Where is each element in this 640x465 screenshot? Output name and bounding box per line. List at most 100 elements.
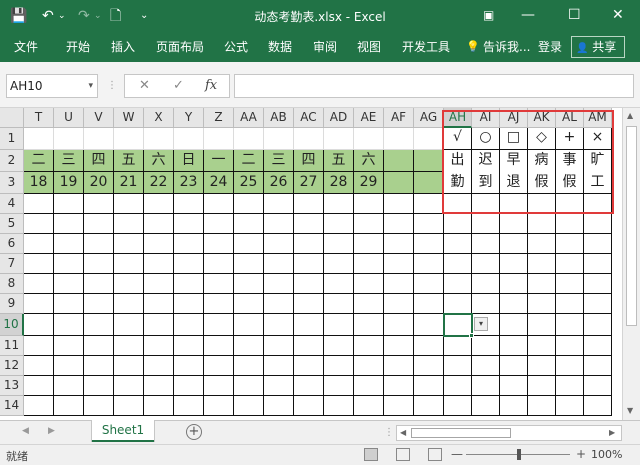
cell[interactable] bbox=[204, 294, 234, 314]
scroll-left-icon[interactable]: ◀ bbox=[400, 428, 406, 437]
cell[interactable] bbox=[54, 336, 84, 356]
row-header-11[interactable]: 11 bbox=[0, 336, 24, 356]
legend-symbol-cell[interactable]: + bbox=[556, 128, 584, 150]
cell[interactable] bbox=[144, 356, 174, 376]
normal-view-icon[interactable] bbox=[364, 448, 378, 461]
cell[interactable] bbox=[84, 254, 114, 274]
cell[interactable] bbox=[84, 336, 114, 356]
cell[interactable] bbox=[54, 294, 84, 314]
cell[interactable] bbox=[584, 234, 612, 254]
tab-data[interactable]: 数据 bbox=[268, 39, 292, 55]
day-number-cell[interactable]: 21 bbox=[114, 172, 144, 194]
cell[interactable] bbox=[174, 356, 204, 376]
minimize-icon[interactable]: — bbox=[521, 6, 535, 24]
column-header-z[interactable]: Z bbox=[204, 108, 234, 128]
cell[interactable] bbox=[528, 214, 556, 234]
legend-label-cell[interactable]: 假 bbox=[528, 172, 556, 194]
cell[interactable] bbox=[174, 376, 204, 396]
cell[interactable] bbox=[204, 128, 234, 150]
weekday-cell[interactable]: 日 bbox=[174, 150, 204, 172]
cell[interactable] bbox=[444, 376, 472, 396]
row-header-14[interactable]: 14 bbox=[0, 396, 24, 416]
day-number-cell[interactable]: 24 bbox=[204, 172, 234, 194]
cell[interactable] bbox=[294, 336, 324, 356]
validation-dropdown-button[interactable]: ▾ bbox=[474, 317, 488, 331]
cell[interactable] bbox=[444, 336, 472, 356]
cell[interactable] bbox=[556, 356, 584, 376]
cell[interactable] bbox=[144, 254, 174, 274]
cell[interactable] bbox=[144, 294, 174, 314]
page-break-view-icon[interactable] bbox=[428, 448, 442, 461]
cell[interactable] bbox=[144, 214, 174, 234]
cell[interactable] bbox=[500, 214, 528, 234]
cell[interactable] bbox=[584, 396, 612, 416]
cell[interactable] bbox=[384, 336, 414, 356]
tell-me-search[interactable]: 告诉我... bbox=[483, 39, 530, 55]
cell[interactable] bbox=[500, 274, 528, 294]
cell[interactable] bbox=[414, 396, 444, 416]
cell[interactable] bbox=[472, 234, 500, 254]
cell[interactable] bbox=[500, 336, 528, 356]
cell[interactable] bbox=[384, 254, 414, 274]
weekday-cell[interactable]: 二 bbox=[234, 150, 264, 172]
cell[interactable] bbox=[472, 356, 500, 376]
tab-file[interactable]: 文件 bbox=[14, 39, 38, 55]
column-header-aa[interactable]: AA bbox=[234, 108, 264, 128]
cell[interactable] bbox=[500, 254, 528, 274]
cell[interactable] bbox=[114, 396, 144, 416]
legend-symbol-cell[interactable]: □ bbox=[500, 128, 528, 150]
cell[interactable] bbox=[444, 356, 472, 376]
close-icon[interactable]: ✕ bbox=[612, 6, 624, 24]
cell[interactable] bbox=[54, 396, 84, 416]
cell[interactable] bbox=[24, 396, 54, 416]
weekday-cell[interactable]: 三 bbox=[54, 150, 84, 172]
cell[interactable] bbox=[204, 336, 234, 356]
row-header-13[interactable]: 13 bbox=[0, 376, 24, 396]
legend-label-cell[interactable]: 事 bbox=[556, 150, 584, 172]
cell[interactable] bbox=[264, 128, 294, 150]
tab-page-layout[interactable]: 页面布局 bbox=[156, 39, 204, 55]
day-number-cell[interactable]: 23 bbox=[174, 172, 204, 194]
weekday-cell[interactable]: 四 bbox=[294, 150, 324, 172]
cell[interactable] bbox=[324, 194, 354, 214]
cell[interactable] bbox=[584, 356, 612, 376]
cell[interactable] bbox=[528, 234, 556, 254]
cell[interactable] bbox=[500, 396, 528, 416]
column-header-ah[interactable]: AH bbox=[444, 108, 472, 128]
cell[interactable] bbox=[584, 194, 612, 214]
cell[interactable] bbox=[384, 356, 414, 376]
cell[interactable] bbox=[54, 254, 84, 274]
zoom-level[interactable]: 100% bbox=[591, 448, 622, 461]
scroll-down-icon[interactable]: ▼ bbox=[627, 406, 633, 415]
cell[interactable] bbox=[472, 214, 500, 234]
enter-icon[interactable]: ✓ bbox=[173, 78, 184, 93]
cell[interactable] bbox=[294, 234, 324, 254]
cell[interactable] bbox=[324, 396, 354, 416]
cell[interactable] bbox=[556, 194, 584, 214]
share-button[interactable]: 👤 共享 bbox=[571, 36, 625, 58]
cell[interactable] bbox=[204, 254, 234, 274]
cell[interactable] bbox=[384, 128, 414, 150]
cell[interactable] bbox=[472, 254, 500, 274]
cell[interactable] bbox=[472, 194, 500, 214]
column-header-t[interactable]: T bbox=[24, 108, 54, 128]
cell[interactable] bbox=[234, 314, 264, 336]
legend-symbol-cell[interactable]: √ bbox=[444, 128, 472, 150]
tab-view[interactable]: 视图 bbox=[357, 39, 381, 55]
column-header-x[interactable]: X bbox=[144, 108, 174, 128]
cell[interactable] bbox=[84, 356, 114, 376]
cell[interactable] bbox=[324, 336, 354, 356]
cell[interactable] bbox=[500, 356, 528, 376]
cell[interactable] bbox=[264, 254, 294, 274]
cell[interactable] bbox=[444, 294, 472, 314]
cell[interactable] bbox=[204, 396, 234, 416]
cell[interactable] bbox=[354, 336, 384, 356]
cell[interactable] bbox=[114, 274, 144, 294]
cell[interactable] bbox=[204, 376, 234, 396]
cell[interactable] bbox=[384, 214, 414, 234]
cell[interactable] bbox=[234, 294, 264, 314]
cell[interactable] bbox=[264, 214, 294, 234]
cell[interactable] bbox=[528, 396, 556, 416]
legend-label-cell[interactable]: 旷 bbox=[584, 150, 612, 172]
cell[interactable] bbox=[174, 214, 204, 234]
